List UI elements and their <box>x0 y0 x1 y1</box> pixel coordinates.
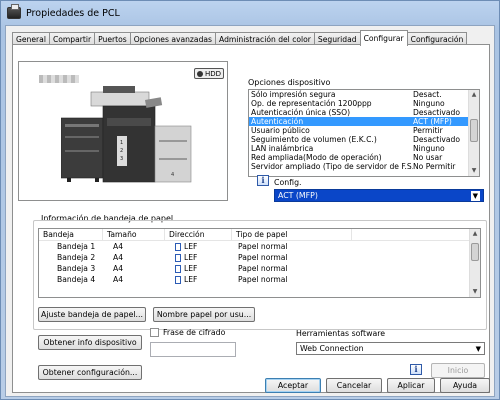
list-item[interactable]: Autenticación única (SSO) Desactivado <box>249 108 479 117</box>
get-device-info-button[interactable]: Obtener info dispositivo <box>38 335 142 350</box>
configurar-tab-page: HDD 1 2 3 4 Opciones dispositivo Sólo im… <box>12 44 490 393</box>
device-options-list[interactable]: Sólo impresión segura Desact. Op. de repr… <box>248 89 480 177</box>
paper-tray-scrollbar[interactable]: ▲ ▼ <box>469 229 480 297</box>
printer-preview: HDD 1 2 3 4 <box>18 61 228 201</box>
chevron-down-icon[interactable]: ▼ <box>476 345 481 353</box>
tab-strip: General Compartir Puertos Opciones avanz… <box>12 30 468 46</box>
get-configuration-button[interactable]: Obtener configuración... <box>38 365 142 380</box>
ok-button[interactable]: Aceptar <box>265 378 321 393</box>
printer-icon <box>7 4 21 19</box>
help-button[interactable]: Ayuda <box>440 378 490 393</box>
svg-text:1: 1 <box>120 140 123 146</box>
passphrase-input[interactable] <box>150 342 236 357</box>
column-header-size[interactable]: Tamaño <box>103 229 165 240</box>
passphrase-label: Frase de cifrado <box>163 328 226 337</box>
software-tools-select[interactable]: Web Connection ▼ <box>296 342 485 355</box>
info-icon[interactable]: i <box>257 175 269 186</box>
device-options-label: Opciones dispositivo <box>247 78 332 87</box>
hdd-icon <box>196 70 203 77</box>
info-icon[interactable]: i <box>410 364 422 375</box>
software-tools-label: Herramientas software <box>296 329 386 338</box>
cancel-button[interactable]: Cancelar <box>326 378 382 393</box>
config-select[interactable]: ACT (MFP) ▼ <box>274 189 484 202</box>
column-header-direction[interactable]: Dirección <box>165 229 232 240</box>
paper-orientation-icon <box>175 253 181 262</box>
scroll-up-arrow-icon[interactable]: ▲ <box>469 90 479 100</box>
list-item[interactable]: Seguimiento de volumen (E.K.C.) Desactiva… <box>249 135 479 144</box>
list-item-selected[interactable]: Autenticación ACT (MFP) <box>249 117 479 126</box>
paper-orientation-icon <box>175 242 181 251</box>
passphrase-checkbox[interactable] <box>150 328 159 337</box>
column-header-paper-type[interactable]: Tipo de papel <box>232 229 352 240</box>
table-header: Bandeja Tamaño Dirección Tipo de papel <box>39 229 480 241</box>
dialog-body: General Compartir Puertos Opciones avanz… <box>5 25 495 397</box>
table-row[interactable]: Bandeja 2 A4 LEF Papel normal <box>39 252 480 263</box>
paper-orientation-icon <box>175 264 181 273</box>
window-title: Propiedades de PCL <box>26 7 120 19</box>
scroll-down-arrow-icon[interactable]: ▼ <box>470 287 480 297</box>
list-item[interactable]: LAN inalámbrica Ninguno <box>249 144 479 153</box>
scroll-down-arrow-icon[interactable]: ▼ <box>469 166 479 176</box>
tab-configurar[interactable]: Configurar <box>359 30 408 46</box>
list-item[interactable]: Red ampliada(Modo de operación) No usar <box>249 153 479 162</box>
list-item[interactable]: Sólo impresión segura Desact. <box>249 90 479 99</box>
table-row[interactable]: Bandeja 1 A4 LEF Papel normal <box>39 241 480 252</box>
config-label: Config. <box>274 178 302 187</box>
scroll-thumb[interactable] <box>471 243 479 261</box>
column-header-tray[interactable]: Bandeja <box>39 229 103 240</box>
start-button[interactable]: Inicio <box>431 363 485 378</box>
table-row[interactable]: Bandeja 4 A4 LEF Papel normal <box>39 274 480 285</box>
list-item[interactable]: Servidor ampliado (Tipo de servidor de F… <box>249 162 479 171</box>
title-bar[interactable]: Propiedades de PCL <box>1 1 499 25</box>
svg-text:3: 3 <box>120 156 123 162</box>
device-options-scrollbar[interactable]: ▲ ▼ <box>468 90 479 176</box>
chevron-down-icon[interactable]: ▼ <box>470 191 480 201</box>
tray-settings-button[interactable]: Ajuste bandeja de papel... <box>38 307 146 322</box>
list-item[interactable]: Usuario público Permitir <box>249 126 479 135</box>
paper-orientation-icon <box>175 275 181 284</box>
list-item[interactable]: Op. de representación 1200ppp Ninguno <box>249 99 479 108</box>
scroll-thumb[interactable] <box>470 119 478 143</box>
paper-name-button[interactable]: Nombre papel por usu... <box>153 307 255 322</box>
paper-tray-table[interactable]: Bandeja Tamaño Dirección Tipo de papel B… <box>38 228 481 298</box>
scroll-up-arrow-icon[interactable]: ▲ <box>470 229 480 239</box>
table-row[interactable]: Bandeja 3 A4 LEF Papel normal <box>39 263 480 274</box>
apply-button[interactable]: Aplicar <box>387 378 435 393</box>
svg-text:2: 2 <box>120 148 123 154</box>
printer-image: 1 2 3 4 <box>61 86 192 183</box>
properties-window: Propiedades de PCL General Compartir Pue… <box>0 0 500 400</box>
svg-text:4: 4 <box>171 172 174 178</box>
